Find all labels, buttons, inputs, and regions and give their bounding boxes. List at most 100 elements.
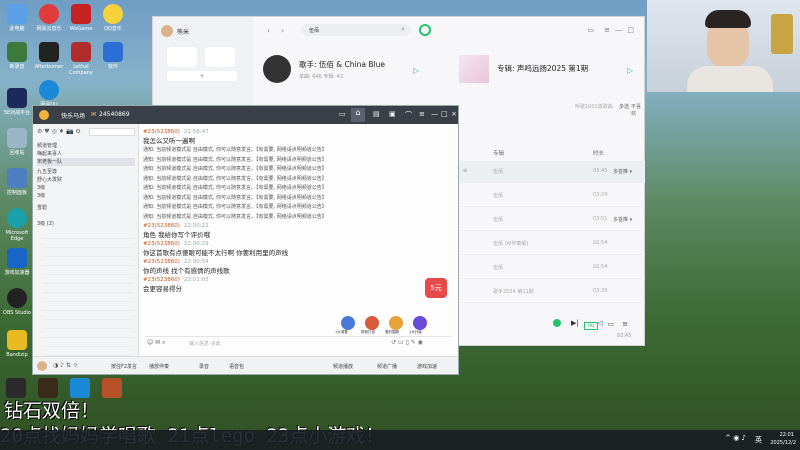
album-label[interactable]: 专辑: 声鸣远扬2025 第1期 — [497, 63, 588, 74]
forward-icon[interactable]: › — [281, 26, 284, 35]
explore-shortcut[interactable] — [205, 47, 235, 67]
album-cover[interactable] — [459, 55, 489, 83]
push-to-talk[interactable]: 按住F2发言 — [111, 363, 137, 370]
mic-icons[interactable]: ◑ ♪ ⇅ ☼ — [53, 362, 78, 369]
user-item[interactable]: 雪碧 — [37, 204, 47, 212]
table-row[interactable]: 伍佰 03:24 — [459, 185, 645, 207]
desktop-icon-qqmusic[interactable]: QQ音乐 — [96, 4, 130, 32]
app-icon[interactable] — [6, 378, 26, 398]
app-icon[interactable] — [70, 378, 90, 398]
channel-search[interactable] — [89, 128, 135, 136]
desktop-icon-netease[interactable]: 网易云音乐 — [32, 4, 66, 32]
gift-item[interactable] — [413, 316, 427, 330]
artist-label[interactable]: 歌手: 伍佰 & China Blue — [299, 59, 385, 70]
desktop-icon-control[interactable]: 控制面板 — [0, 168, 34, 196]
gift-badge[interactable]: 5元 — [425, 278, 447, 298]
channel-item[interactable]: 嗨起来喜人 — [37, 150, 62, 158]
channel-play[interactable]: 频道播放 — [333, 363, 353, 370]
desktop-icon-software[interactable]: 软件 — [96, 42, 130, 70]
desktop-icon-recorder[interactable]: 新录音 — [0, 42, 34, 70]
voice-pack[interactable]: 语音包 — [229, 363, 244, 370]
desktop-icon-obs[interactable]: OBS Studio — [0, 288, 34, 316]
emoji-icon[interactable]: ☺ ✉ ⌕ — [147, 339, 165, 347]
channel-item[interactable]: 3级 — [37, 192, 45, 200]
self-avatar[interactable] — [37, 361, 47, 371]
channel-item[interactable]: 频道管理 — [37, 142, 57, 150]
clock-time[interactable]: 22:01 — [780, 432, 794, 438]
search-input[interactable]: 伍佰 ⌕ — [301, 24, 411, 36]
menu-icon[interactable]: ≡ — [419, 110, 425, 118]
dislike-link[interactable]: 不喜欢 — [631, 103, 644, 117]
channel-broadcast[interactable]: 频道广播 — [377, 363, 397, 370]
listen-icon[interactable] — [419, 24, 431, 36]
track-list: ⊖ 伍佰 03:45 多首推 ▾ 伍佰 03:24 伍佰 03:51 多首推 ▾ 伍佰 (A… — [459, 161, 645, 311]
record-button[interactable]: 录音 — [199, 363, 209, 370]
gift-item[interactable] — [365, 316, 379, 330]
mail-icon[interactable]: ✉ — [91, 111, 96, 118]
minimize-icon[interactable]: — — [615, 26, 622, 34]
desktop-icon-lethal[interactable]: Lethal Company — [64, 42, 98, 76]
message-icon[interactable]: ▭ — [587, 26, 594, 34]
table-row[interactable]: 伍佰 02:54 — [459, 257, 645, 279]
channel-panel: ⚙ ♥ ◎ ♦ 📷 ⚙ 频道管理 嗨起来喜人 宋老板一队 九五至尊 舒心大发财 … — [33, 124, 139, 356]
table-row[interactable]: 歌手2024 第11期 03:35 — [459, 281, 645, 303]
desktop-icon-edge[interactable]: Microsoft Edge — [0, 208, 34, 242]
maximize-icon[interactable]: □ — [441, 110, 448, 118]
table-row[interactable]: 伍佰 03:51 多首推 ▾ — [459, 209, 645, 231]
artist-avatar[interactable] — [263, 55, 291, 83]
desktop-icon-wegame[interactable]: WeGame — [64, 4, 98, 32]
home-tab-icon[interactable]: ⌂ — [351, 108, 365, 122]
channel-item[interactable]: 九五至尊 — [37, 168, 57, 176]
close-icon[interactable]: × — [451, 110, 457, 118]
desktop-icon-booster[interactable]: 游戏加速器 — [0, 248, 34, 276]
settings-icon[interactable]: ≡ — [604, 26, 610, 34]
tray-icons[interactable]: ^ ◉ ♪ — [725, 434, 746, 442]
desktop-icon-bandizip[interactable]: Bandizip — [0, 330, 34, 358]
avatar[interactable] — [161, 25, 173, 37]
gift-label: 1大升级 — [409, 330, 422, 334]
desktop-icon-uu[interactable]: 网易UU — [32, 80, 66, 108]
send-options-icon[interactable]: ↺ ▭ ▯ ✎ ◉ — [391, 339, 423, 346]
message-text: 角色 我给你写个评价哦 — [143, 231, 211, 239]
maximize-icon[interactable]: □ — [627, 26, 634, 34]
leaf-icon[interactable]: ⌒ — [405, 110, 412, 120]
gift-item[interactable] — [389, 316, 403, 330]
multi-select[interactable]: 多选 — [619, 103, 629, 110]
app-icon[interactable] — [38, 378, 58, 398]
message-input[interactable]: 输入信息 点此 — [189, 340, 221, 347]
language-indicator[interactable]: 英 — [755, 435, 762, 445]
table-row[interactable]: ⊖ 伍佰 03:45 多首推 ▾ — [459, 161, 645, 183]
app-icon[interactable] — [102, 378, 122, 398]
game-icon[interactable]: ▣ — [389, 110, 396, 118]
play-accompaniment[interactable]: 播放伴奏 — [149, 363, 169, 370]
play-artist-icon[interactable]: ▷ — [413, 66, 419, 75]
desktop-icon-5e[interactable]: 5E对战平台 — [0, 88, 34, 116]
desktop-icon-afterburner[interactable]: Afterburner — [32, 42, 66, 70]
next-icon[interactable]: ▶| — [571, 319, 579, 327]
lyrics-icon[interactable]: ▭ — [607, 320, 614, 328]
playlist-icon[interactable]: ≡ — [622, 320, 628, 328]
gift-item[interactable] — [341, 316, 355, 330]
hq-icon[interactable]: HQ — [584, 322, 598, 330]
play-button[interactable] — [553, 319, 561, 327]
member-list[interactable] — [43, 230, 133, 356]
channel-item[interactable]: 3级 — [37, 184, 45, 192]
clock-date[interactable]: 2025/12/2 — [770, 440, 796, 446]
minimize-icon[interactable]: — — [431, 110, 438, 118]
home-shortcut[interactable] — [167, 47, 197, 67]
more-icon[interactable]: ⊖ — [463, 168, 467, 174]
play-album-icon[interactable]: ▷ — [627, 66, 633, 75]
channel-item[interactable]: 宋老板一队 — [37, 158, 135, 166]
game-boost[interactable]: 游戏加速 — [417, 363, 437, 370]
table-row[interactable]: 伍佰 (AI伴奏版) 02:54 — [459, 233, 645, 255]
search-icon[interactable]: ⌕ — [401, 25, 405, 34]
desktop-icon-recycle[interactable]: 回收站 — [0, 128, 34, 156]
list-icon[interactable]: ▤ — [373, 110, 380, 118]
toolbar-icons[interactable]: ⚙ ♥ ◎ ♦ 📷 ⚙ — [37, 128, 81, 135]
add-button[interactable]: + — [167, 71, 237, 81]
channel-item[interactable]: 舒心大发财 — [37, 176, 62, 184]
desktop-icon-computer[interactable]: 此电脑 — [0, 4, 34, 32]
video-icon[interactable]: ▭ — [339, 110, 346, 118]
channel-item[interactable]: 3级 (2) — [37, 220, 54, 228]
back-icon[interactable]: ‹ — [267, 26, 270, 35]
